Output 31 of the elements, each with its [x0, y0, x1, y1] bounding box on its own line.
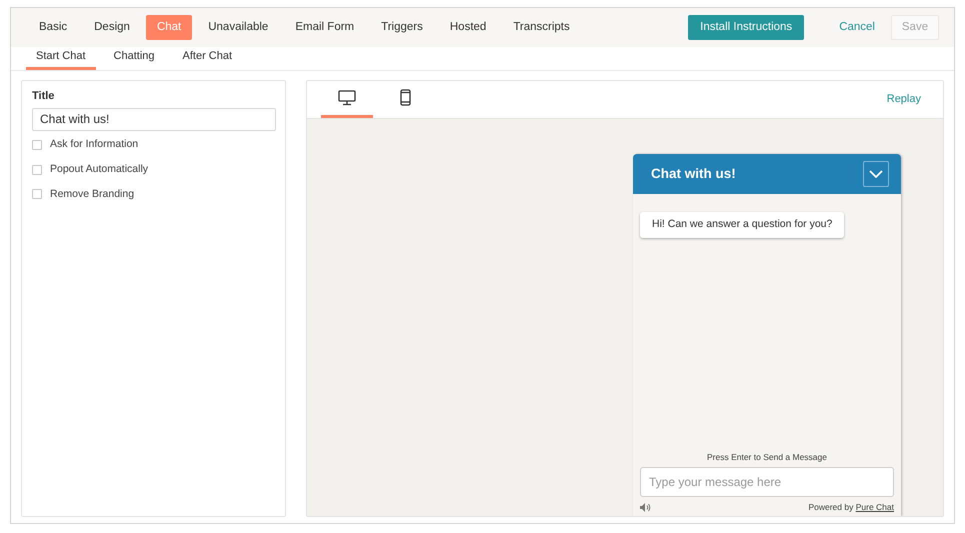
sub-tab[interactable]: Chatting: [104, 46, 165, 70]
main-tab[interactable]: Hosted: [438, 15, 498, 40]
main-tab[interactable]: Basic: [28, 15, 78, 40]
checkbox[interactable]: [32, 140, 42, 150]
brand-link[interactable]: Pure Chat: [856, 502, 894, 512]
monitor-icon: [338, 90, 356, 106]
option-label: Ask for Information: [50, 137, 138, 152]
chat-title: Chat with us!: [651, 164, 737, 183]
message-input[interactable]: Type your message here: [640, 467, 894, 498]
powered-by-text: Powered by: [808, 502, 854, 512]
title-input[interactable]: Chat with us!: [32, 108, 276, 130]
main-tab[interactable]: Design: [83, 15, 141, 40]
speaker-icon: [640, 503, 651, 512]
option-label: Popout Automatically: [50, 162, 148, 177]
title-label: Title: [32, 89, 56, 104]
sub-tab[interactable]: After Chat: [172, 46, 242, 70]
main-tab[interactable]: Email Form: [284, 15, 366, 40]
main-tab[interactable]: Triggers: [370, 15, 434, 40]
main-tab[interactable]: Unavailable: [197, 15, 280, 40]
send-hint: Press Enter to Send a Message: [706, 450, 828, 464]
replay-link[interactable]: Replay: [886, 91, 921, 108]
install-instructions-button[interactable]: Install Instructions: [688, 15, 804, 40]
greeting-bubble: Hi! Can we answer a question for you?: [640, 212, 844, 238]
sub-tab[interactable]: Start Chat: [26, 46, 96, 70]
checkbox[interactable]: [32, 189, 42, 200]
main-tab[interactable]: Transcripts: [502, 15, 581, 40]
collapse-button[interactable]: [863, 161, 889, 187]
option-label: Remove Branding: [50, 186, 134, 202]
chevron-down-icon: [869, 170, 883, 178]
checkbox[interactable]: [32, 164, 42, 175]
phone-icon: [400, 89, 410, 106]
